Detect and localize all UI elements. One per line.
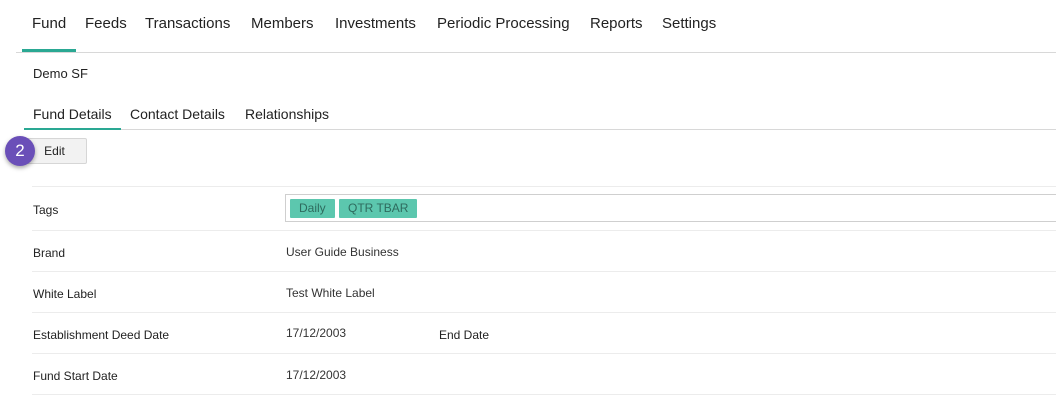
nav-tab-transactions[interactable]: Transactions [145, 0, 230, 52]
white-label-value: Test White Label [286, 286, 375, 300]
nav-tab-settings[interactable]: Settings [662, 0, 716, 52]
establishment-deed-date-label: Establishment Deed Date [33, 328, 170, 342]
brand-label: Brand [33, 246, 66, 260]
white-label-label: White Label [33, 287, 97, 301]
detail-row-fund-start: Fund Start Date 17/12/2003 [32, 353, 1056, 395]
nav-tab-fund[interactable]: Fund [21, 0, 77, 52]
end-date-label: End Date [439, 328, 490, 342]
tab-relationships[interactable]: Relationships [245, 98, 329, 129]
detail-row-white-label: White Label Test White Label [32, 271, 1056, 312]
nav-tab-periodic-processing[interactable]: Periodic Processing [437, 0, 570, 52]
tags-label: Tags [33, 203, 59, 217]
tab-fund-details[interactable]: Fund Details [24, 98, 121, 130]
detail-row-brand: Brand User Guide Business [32, 230, 1056, 271]
fund-name: Demo SF [33, 66, 88, 81]
brand-value: User Guide Business [286, 245, 399, 259]
nav-tab-feeds[interactable]: Feeds [85, 0, 127, 52]
tag-chip[interactable]: Daily [290, 199, 335, 218]
nav-tab-members[interactable]: Members [251, 0, 314, 52]
top-nav: Fund Feeds Transactions Members Investme… [16, 0, 1056, 53]
step-number-badge: 2 [5, 136, 35, 166]
establishment-deed-date-value: 17/12/2003 [286, 326, 347, 340]
detail-row-establishment: Establishment Deed Date 17/12/2003 End D… [32, 312, 1056, 353]
tags-field[interactable]: Daily QTR TBAR [285, 194, 1056, 222]
fund-start-date-value: 17/12/2003 [286, 368, 347, 382]
nav-tab-reports[interactable]: Reports [590, 0, 643, 52]
tag-chip[interactable]: QTR TBAR [339, 199, 418, 218]
detail-tabs: Fund Details Contact Details Relationshi… [24, 98, 1056, 130]
nav-tab-investments[interactable]: Investments [335, 0, 416, 52]
fund-start-date-label: Fund Start Date [33, 369, 118, 383]
tab-contact-details[interactable]: Contact Details [130, 98, 225, 129]
detail-row-tags: Tags Daily QTR TBAR [32, 186, 1056, 230]
